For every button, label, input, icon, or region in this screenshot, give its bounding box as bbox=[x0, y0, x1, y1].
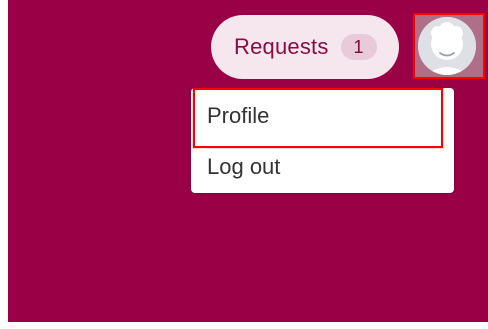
requests-button[interactable]: Requests 1 bbox=[211, 15, 399, 79]
requests-count-badge: 1 bbox=[340, 34, 377, 60]
profile-menu-item[interactable]: Profile bbox=[191, 92, 454, 140]
logout-label: Log out bbox=[207, 154, 281, 179]
requests-label: Requests bbox=[234, 34, 329, 59]
profile-label: Profile bbox=[207, 103, 270, 128]
avatar[interactable] bbox=[418, 17, 476, 75]
user-dropdown-menu: Profile Log out bbox=[191, 88, 454, 193]
logout-menu-item[interactable]: Log out bbox=[191, 143, 454, 191]
user-avatar-icon bbox=[418, 17, 476, 75]
